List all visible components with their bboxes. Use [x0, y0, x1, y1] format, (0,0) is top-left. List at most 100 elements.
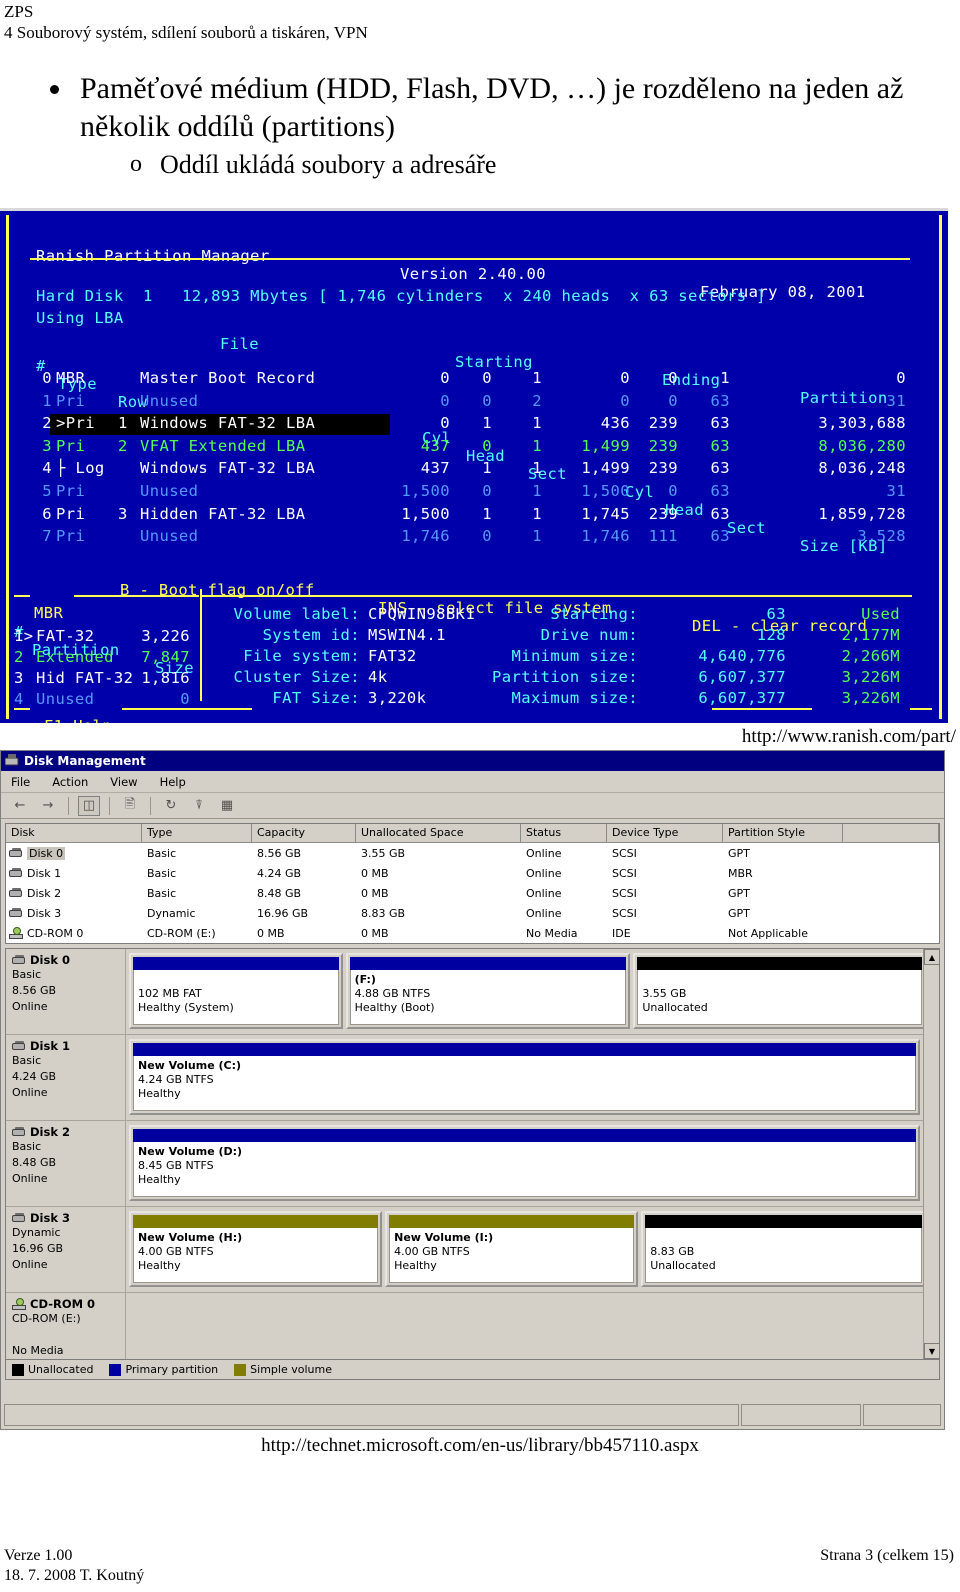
table-row[interactable]: Disk 2 Basic 8.48 GB 0 MB Online SCSI GPT [6, 883, 939, 903]
menu-item-view[interactable]: View [110, 775, 137, 789]
forward-arrow-icon[interactable]: → [37, 796, 59, 816]
cdrom-empty-area [126, 1293, 923, 1359]
partition-size-fs: 4.00 GB NTFS [394, 1245, 470, 1258]
partition-block[interactable]: (F:) 4.88 GB NTFS Healthy (Boot) [345, 953, 631, 1029]
cell-disk[interactable]: Disk 2 [6, 887, 142, 900]
status-bar-panel-2 [741, 1404, 861, 1426]
partition-size-fs: 4.24 GB NTFS [138, 1073, 214, 1086]
column-header-capacity[interactable]: Capacity [252, 824, 356, 843]
rescan-icon[interactable]: ⍒ [188, 796, 210, 816]
cell-disk[interactable]: Disk 3 [6, 907, 142, 920]
disk-graphical-block[interactable]: Disk 2 Basic 8.48 GB Online New Volume (D:) 8… [6, 1121, 923, 1207]
disk-graphical-side[interactable]: Disk 3 Dynamic 16.96 GB Online [6, 1207, 126, 1292]
disk-graphical-block[interactable]: Disk 0 Basic 8.56 GB Online 102 MB FAT Healt… [6, 949, 926, 1035]
ranish-cell-scyl: 0 [440, 414, 450, 433]
cdrom-graphical-block[interactable]: CD-ROM 0 CD-ROM (E:) No Media [6, 1293, 923, 1359]
disk-graphical-name: Disk 3 [12, 1211, 125, 1225]
column-header-device-type[interactable]: Device Type [607, 824, 723, 843]
disk-graphical-side[interactable]: Disk 2 Basic 8.48 GB Online [6, 1121, 126, 1206]
partition-block[interactable]: New Volume (D:) 8.45 GB NTFS Healthy [129, 1125, 920, 1201]
disk-list-body[interactable]: Disk 0 Basic 8.56 GB 3.55 GB Online SCSI GPT Di… [6, 843, 939, 943]
ranish-cell-esect: 63 [710, 482, 730, 500]
partition-block[interactable]: New Volume (C:) 4.24 GB NTFS Healthy [129, 1039, 920, 1115]
graphical-view-scrollbar[interactable]: ▲ ▼ [923, 949, 939, 1359]
partition-block[interactable]: New Volume (I:) 4.00 GB NTFS Healthy [385, 1211, 639, 1287]
menu-item-file[interactable]: File [11, 775, 30, 789]
cell-disk[interactable]: Disk 0 [6, 846, 142, 860]
column-header-partition-style[interactable]: Partition Style [723, 824, 843, 843]
scroll-up-icon[interactable]: ▲ [924, 949, 939, 965]
partition-block[interactable]: 8.83 GB Unallocated [641, 1211, 926, 1287]
legend-item: Simple volume [234, 1363, 332, 1376]
cell-partition-style: Not Applicable [728, 926, 808, 940]
disk-list-header[interactable]: Disk Type Capacity Unallocated Space Sta… [6, 824, 939, 843]
status-bar-main [4, 1404, 739, 1426]
cell-disk[interactable]: CD-ROM 0 [6, 927, 142, 940]
disk-graphical-side[interactable]: Disk 1 Basic 4.24 GB Online [6, 1035, 126, 1120]
table-row[interactable]: Disk 0 Basic 8.56 GB 3.55 GB Online SCSI GPT [6, 843, 939, 863]
all-tasks-icon[interactable]: ▦ [216, 796, 238, 816]
ranish-cell-type: Pri [56, 527, 86, 546]
partition-block[interactable]: 3.55 GB Unallocated [633, 953, 926, 1029]
partition-size-fs: 8.83 GB [650, 1245, 695, 1258]
menu-item-help[interactable]: Help [160, 775, 186, 789]
menu-bar[interactable]: File Action View Help [1, 771, 944, 793]
column-header-disk[interactable]: Disk [6, 824, 142, 843]
ranish-cell-fs: Hidden FAT-32 LBA [140, 504, 306, 523]
partition-block[interactable]: New Volume (H:) 4.00 GB NTFS Healthy [129, 1211, 383, 1287]
properties-icon[interactable]: 🖹 [119, 796, 141, 816]
legend-label: Simple volume [250, 1363, 332, 1376]
cell-unallocated: 0 MB [361, 926, 389, 940]
legend-label: Primary partition [125, 1363, 219, 1376]
fkey-f1-help[interactable]: F1 Help [44, 717, 112, 723]
ranish-cell-ssect: 1 [532, 436, 542, 455]
ranish-cell-fs: Windows FAT-32 LBA [140, 414, 390, 433]
partition-info: New Volume (C:) 4.24 GB NTFS Healthy [133, 1056, 916, 1111]
cdrom-icon [9, 927, 24, 939]
ranish-cell-ehead: 0 [668, 391, 678, 410]
ranish-source-url: http://www.ranish.com/part/ [741, 726, 956, 747]
ranish-cell-scyl: 437 [420, 436, 450, 455]
cell-disk[interactable]: Disk 1 [6, 867, 142, 880]
disk-list-view[interactable]: Disk Type Capacity Unallocated Space Sta… [5, 823, 940, 944]
back-arrow-icon[interactable]: ← [9, 796, 31, 816]
disk-name: Disk 0 [27, 846, 66, 860]
partition-info: 3.55 GB Unallocated [637, 970, 922, 1025]
column-header-blank[interactable] [843, 824, 939, 843]
detail-value-3: 2,177M [841, 626, 900, 644]
table-row[interactable]: Disk 3 Dynamic 16.96 GB 8.83 GB Online SCSI GP… [6, 903, 939, 923]
disk-graphical-side[interactable]: CD-ROM 0 CD-ROM (E:) No Media [6, 1293, 126, 1359]
toolbar-separator [150, 796, 151, 815]
disk-size [12, 1327, 125, 1343]
ranish-cell-ecyl: 1,745 [581, 504, 630, 523]
disk-type: Basic [12, 1140, 42, 1153]
disk-graphical-view[interactable]: Disk 0 Basic 8.56 GB Online 102 MB FAT Healt… [5, 948, 940, 1360]
table-row[interactable]: Disk 1 Basic 4.24 GB 0 MB Online SCSI MBR [6, 863, 939, 883]
ranish-cell-scyl: 437 [420, 459, 450, 478]
disk-graphical-block[interactable]: Disk 3 Dynamic 16.96 GB Online New Volume (H… [6, 1207, 926, 1293]
show-tree-icon[interactable]: ◫ [78, 795, 100, 816]
column-header-type[interactable]: Type [142, 824, 252, 843]
disk-graphical-rows[interactable]: Disk 0 Basic 8.56 GB Online 102 MB FAT Healt… [6, 949, 926, 1359]
disk-type: CD-ROM (E:) [12, 1312, 81, 1325]
toolbar[interactable]: ← → ◫ 🖹 ↻ ⍒ ▦ [1, 793, 944, 819]
detail-label-2: Minimum size: [511, 647, 638, 665]
cell-status: No Media [526, 926, 578, 940]
disk-management-window[interactable]: Disk Management File Action View Help ← … [0, 750, 945, 1430]
mbr-cell-size: 1,816 [141, 669, 190, 687]
ranish-cell-type: >Pri [56, 414, 112, 433]
column-header-status[interactable]: Status [521, 824, 607, 843]
menu-item-action[interactable]: Action [52, 775, 88, 789]
refresh-icon[interactable]: ↻ [160, 796, 182, 816]
mbr-box-line-right [74, 595, 199, 597]
table-row[interactable]: CD-ROM 0 CD-ROM (E:) 0 MB 0 MB No Media IDE No… [6, 923, 939, 943]
partition-block[interactable]: 102 MB FAT Healthy (System) [129, 953, 343, 1029]
disk-graphical-side[interactable]: Disk 0 Basic 8.56 GB Online [6, 949, 126, 1034]
disk-icon [12, 1212, 27, 1224]
scroll-down-icon[interactable]: ▼ [924, 1343, 939, 1359]
disk-graphical-block[interactable]: Disk 1 Basic 4.24 GB Online New Volume (C:) 4… [6, 1035, 923, 1121]
column-header-unallocated-space[interactable]: Unallocated Space [356, 824, 521, 843]
ranish-cell-scyl: 0 [440, 369, 450, 387]
disk-type: Basic [12, 1054, 42, 1067]
detail-value-3: 2,266M [841, 647, 900, 665]
